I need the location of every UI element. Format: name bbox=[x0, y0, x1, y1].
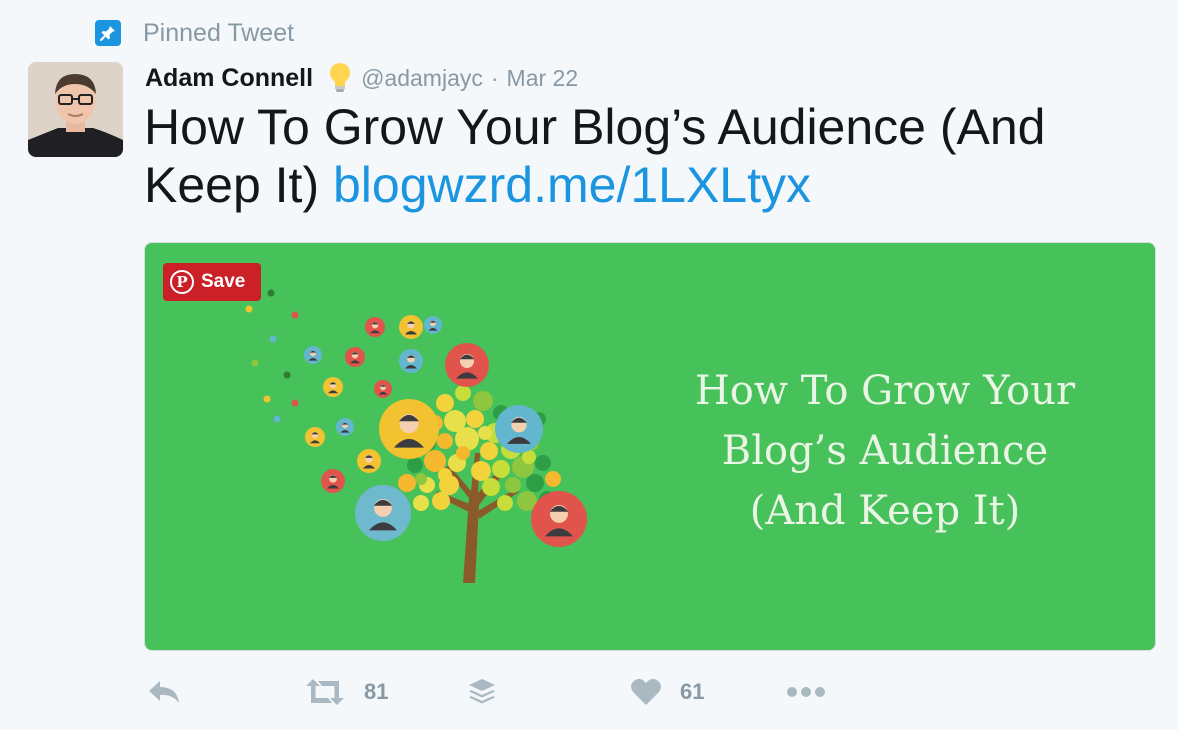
pinterest-icon: P bbox=[170, 270, 194, 294]
pinterest-save-button[interactable]: P Save bbox=[163, 263, 261, 301]
tweet-header: Adam Connell @adamjayc · Mar 22 bbox=[145, 60, 578, 96]
media-title: How To Grow Your Blog’s Audience (And Ke… bbox=[655, 361, 1115, 541]
heart-icon bbox=[631, 678, 661, 705]
media-title-line-3: (And Keep It) bbox=[749, 488, 1021, 534]
tweet-date[interactable]: Mar 22 bbox=[507, 65, 579, 92]
tweet[interactable]: Pinned Tweet Adam Connell @adamjayc · Ma… bbox=[0, 0, 1178, 730]
more-dots-icon bbox=[787, 687, 825, 697]
more-button[interactable] bbox=[786, 670, 826, 714]
retweet-icon bbox=[306, 679, 344, 705]
media-card[interactable]: P Save How To Grow Your Blog’s Audience … bbox=[144, 242, 1156, 651]
author-name[interactable]: Adam Connell bbox=[145, 64, 313, 93]
buffer-stack-icon bbox=[469, 679, 495, 704]
media-title-line-2: Blog’s Audience bbox=[721, 428, 1049, 474]
buffer-button[interactable] bbox=[466, 670, 498, 714]
header-separator: · bbox=[490, 64, 499, 91]
tweet-actions: 81 61 bbox=[144, 670, 1154, 714]
tweet-text: How To Grow Your Blog’s Audience (And Ke… bbox=[144, 98, 1134, 214]
lightbulb-icon bbox=[327, 61, 353, 95]
tweet-link[interactable]: blogwzrd.me/1LXLtyx bbox=[333, 157, 811, 213]
reply-icon bbox=[149, 681, 179, 703]
pinned-tweet-indicator: Pinned Tweet bbox=[95, 18, 294, 48]
avatar[interactable] bbox=[28, 62, 123, 157]
media-title-line-1: How To Grow Your bbox=[694, 368, 1076, 414]
like-count: 61 bbox=[680, 679, 705, 704]
reply-button[interactable] bbox=[146, 670, 182, 714]
retweet-button[interactable]: 81 bbox=[304, 670, 388, 714]
pin-icon bbox=[95, 20, 121, 46]
pinterest-save-label: Save bbox=[201, 271, 246, 292]
like-button[interactable]: 61 bbox=[630, 670, 704, 714]
retweet-count: 81 bbox=[364, 679, 389, 704]
author-handle[interactable]: @adamjayc bbox=[361, 65, 483, 92]
pinned-label: Pinned Tweet bbox=[143, 18, 295, 47]
